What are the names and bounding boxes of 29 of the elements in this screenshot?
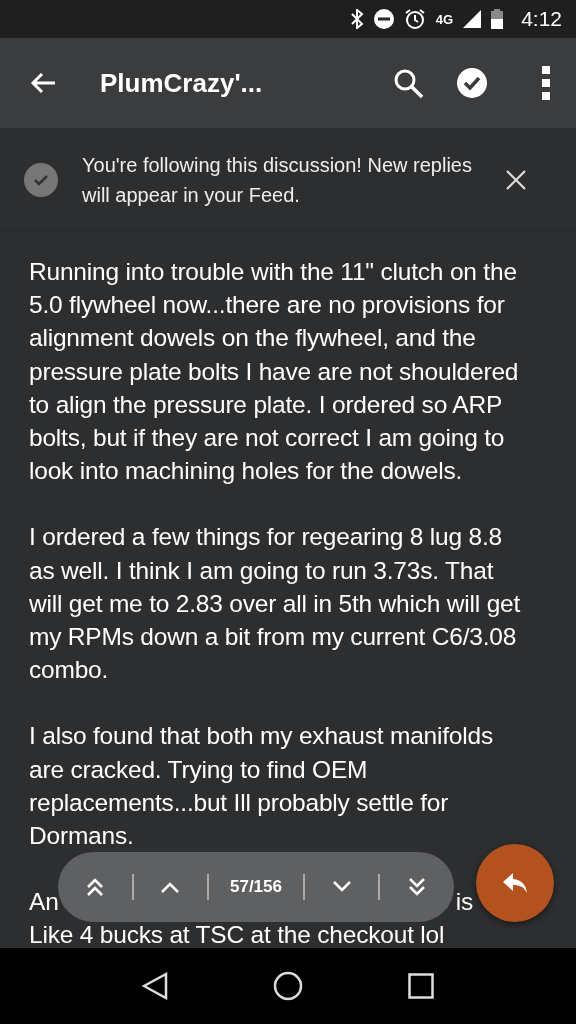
alarm-icon [403,8,426,30]
post-text: Like 4 bucks at TSC at the checkout lol [29,920,446,951]
post-text: An [29,887,59,918]
following-notice: You're following this discussion! New replies will appear in your Feed. [82,153,472,208]
network-type: 4G [435,11,454,27]
reply-button[interactable] [476,844,554,922]
home-nav-icon[interactable] [273,971,303,1001]
app-bar-title: PlumCrazy'... [100,67,264,99]
down-chevron-icon [331,881,352,893]
post-text: is [455,887,473,918]
more-options-button[interactable] [542,66,550,100]
close-button[interactable] [506,170,526,190]
follow-button[interactable] [456,67,488,99]
post-paragraph: I ordered a few things for regearing 8 lug 8.8 as well. I think I am going to run 3.73s. That will get me to 2.83 over all in 5th which will get my RPMs down a bit from my current C6/3.08 combo. [29,522,522,686]
battery-icon [491,9,504,29]
bluetooth-icon [349,9,364,29]
post-position: 57/156 [230,877,282,897]
clock: 4:12 [521,7,562,31]
do-not-disturb-icon [373,9,394,29]
back-button[interactable] [30,72,56,94]
double-down-chevron-icon [407,877,428,897]
signal-icon [463,10,482,28]
up-chevron-icon [160,881,181,893]
search-button[interactable] [392,67,424,99]
post-paragraph: Running into trouble with the 11" clutch on the 5.0 flywheel now...there are no provisions for alignment dowels on the flywheel, and the pressure plate bolts I have are not shouldered to align the pressure plate. I ordered so ARP bolts, but if they are not correct I am going to look into machining holes for the dowels. [29,257,520,487]
post-paragraph: I also found that both my exhaust manifolds are cracked. Trying to find OEM replacements...but Ill probably settle for Dormans. [29,721,494,852]
recents-nav-icon[interactable] [407,973,434,999]
reply-icon [501,871,529,895]
back-nav-icon[interactable] [142,972,169,1000]
